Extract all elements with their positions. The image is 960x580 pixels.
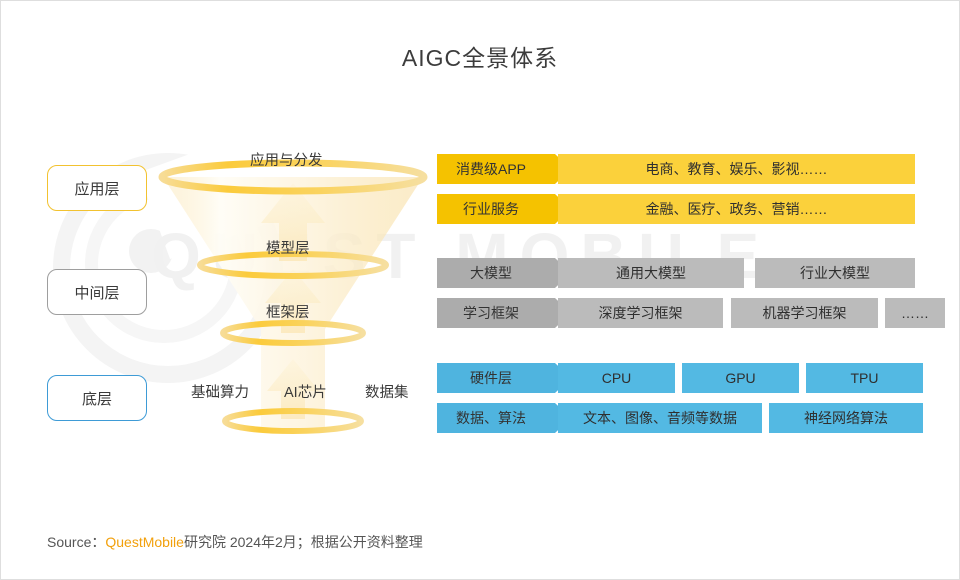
row-large-models-cell-2-label: 行业大模型: [800, 265, 870, 281]
funnel-label-ai-chip: AI芯片: [284, 385, 327, 401]
row-data-algorithms-cell-2[interactable]: 神经网络算法: [769, 403, 923, 433]
row-consumer-apps-tag[interactable]: 消费级APP: [437, 154, 571, 184]
row-learning-frameworks: 学习框架 深度学习框架 机器学习框架 ……: [437, 298, 945, 328]
row-industry-services-tag[interactable]: 行业服务: [437, 194, 571, 224]
row-hardware-cell-1[interactable]: CPU: [558, 363, 675, 393]
row-large-models-cell-1-label: 通用大模型: [616, 265, 686, 281]
row-hardware-cell-3[interactable]: TPU: [806, 363, 923, 393]
row-hardware: 硬件层 CPU GPU TPU: [437, 363, 923, 393]
row-data-algorithms-tag-label: 数据、算法: [456, 410, 526, 426]
layer-pill-application[interactable]: 应用层: [47, 165, 147, 211]
source-prefix: Source：: [47, 534, 106, 550]
row-learning-frameworks-cell-2[interactable]: 机器学习框架: [731, 298, 878, 328]
row-large-models-tag-label: 大模型: [470, 265, 512, 281]
row-hardware-cell-2-label: GPU: [725, 370, 756, 386]
funnel-label-compute: 基础算力: [191, 385, 249, 401]
row-large-models: 大模型 通用大模型 行业大模型: [437, 258, 915, 288]
source-note: Source：QuestMobile研究院 2024年2月；根据公开资料整理: [47, 532, 423, 552]
row-hardware-cell-3-label: TPU: [850, 370, 879, 386]
funnel-label-model: 模型层: [266, 241, 310, 257]
funnel-label-dataset: 数据集: [365, 385, 409, 401]
row-large-models-cell-1[interactable]: 通用大模型: [558, 258, 744, 288]
layer-pill-base[interactable]: 底层: [47, 375, 147, 421]
row-industry-services-cell-1[interactable]: 金融、医疗、政务、营销……: [558, 194, 915, 224]
funnel-label-framework: 框架层: [266, 305, 310, 321]
row-consumer-apps-tag-label: 消费级APP: [455, 161, 526, 177]
layer-pill-application-label: 应用层: [74, 180, 120, 198]
row-industry-services: 行业服务 金融、医疗、政务、营销……: [437, 194, 915, 224]
funnel-label-application: 应用与分发: [250, 153, 323, 169]
row-learning-frameworks-cell-3[interactable]: ……: [885, 298, 945, 328]
row-hardware-tag[interactable]: 硬件层: [437, 363, 571, 393]
row-data-algorithms-cell-1-label: 文本、图像、音频等数据: [583, 410, 737, 426]
row-data-algorithms-tag[interactable]: 数据、算法: [437, 403, 571, 433]
row-hardware-tag-label: 硬件层: [470, 370, 512, 386]
layer-pill-base-label: 底层: [81, 390, 112, 408]
row-data-algorithms-cell-2-label: 神经网络算法: [804, 410, 888, 426]
row-hardware-cell-2[interactable]: GPU: [682, 363, 799, 393]
row-consumer-apps-cell-1-label: 电商、教育、娱乐、影视……: [645, 161, 828, 177]
row-learning-frameworks-cell-1[interactable]: 深度学习框架: [558, 298, 723, 328]
slide-canvas: QUEST MOBILE AIGC全景体系 应用层 中间层 底层 应用与分发 模…: [0, 0, 960, 580]
page-title: AIGC全景体系: [401, 45, 559, 71]
row-large-models-cell-2[interactable]: 行业大模型: [755, 258, 915, 288]
layer-pill-middle[interactable]: 中间层: [47, 269, 147, 315]
row-learning-frameworks-tag[interactable]: 学习框架: [437, 298, 571, 328]
row-hardware-cell-1-label: CPU: [601, 370, 632, 386]
row-learning-frameworks-tag-label: 学习框架: [463, 305, 519, 321]
row-learning-frameworks-cell-3-label: ……: [901, 305, 929, 321]
row-learning-frameworks-cell-2-label: 机器学习框架: [762, 305, 847, 321]
row-data-algorithms-cell-1[interactable]: 文本、图像、音频等数据: [558, 403, 762, 433]
row-data-algorithms: 数据、算法 文本、图像、音频等数据 神经网络算法: [437, 403, 923, 433]
source-rest: 研究院 2024年2月；根据公开资料整理: [183, 534, 423, 550]
row-learning-frameworks-cell-1-label: 深度学习框架: [598, 305, 683, 321]
row-consumer-apps-cell-1[interactable]: 电商、教育、娱乐、影视……: [558, 154, 915, 184]
row-consumer-apps: 消费级APP 电商、教育、娱乐、影视……: [437, 154, 915, 184]
row-large-models-tag[interactable]: 大模型: [437, 258, 571, 288]
row-industry-services-cell-1-label: 金融、医疗、政务、营销……: [645, 201, 828, 217]
layer-pill-middle-label: 中间层: [74, 284, 120, 302]
source-brand: QuestMobile: [105, 534, 184, 550]
row-industry-services-tag-label: 行业服务: [463, 201, 519, 217]
